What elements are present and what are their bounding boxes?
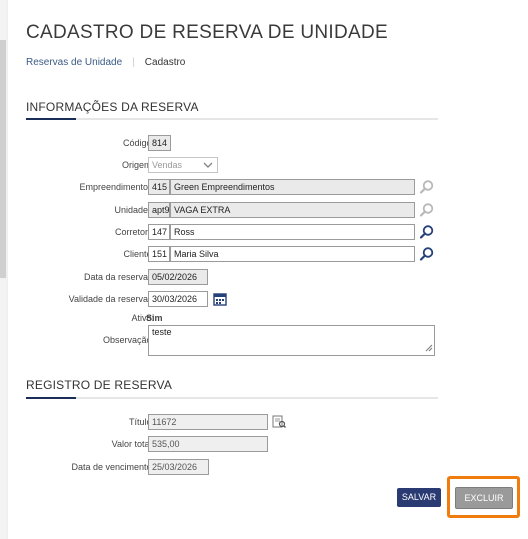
cliente-name-input[interactable]: Maria Silva [170,246,415,262]
resize-grip-icon[interactable] [425,344,433,354]
section-heading-reserva: INFORMAÇÕES DA RESERVA [26,100,199,114]
observacao-textarea[interactable]: teste [148,325,435,356]
search-icon [419,179,435,195]
cliente-code-input[interactable]: 151 [148,246,170,262]
search-icon [419,202,435,218]
empreendimento-label: Empreendimento*: [79,182,154,192]
corretor-name-input[interactable]: Ross [170,224,415,240]
breadcrumb-current: Cadastro [144,57,186,68]
document-icon[interactable] [271,414,287,430]
empreendimento-name-field: Green Empreendimentos [170,179,415,195]
vencimento-field: 25/03/2026 [148,459,209,475]
scrollbar-thumb[interactable] [0,40,6,278]
unidade-name-field: VAGA EXTRA [170,202,415,218]
search-icon[interactable] [419,246,435,262]
search-icon[interactable] [419,224,435,240]
observacao-text: teste [152,327,172,337]
delete-button[interactable]: EXCLUIR [455,487,513,509]
origem-select-value: Vendas [152,160,183,170]
valor-total-field: 535,00 [148,436,268,452]
section-divider [26,118,438,120]
page-title: CADASTRO DE RESERVA DE UNIDADE [26,22,388,43]
vencimento-label: Data de vencimento: [71,462,154,472]
ativo-value: Sim [146,313,163,323]
calendar-icon[interactable] [212,291,228,307]
unidade-code-field: apt9 [148,202,170,218]
breadcrumb-separator: | [132,57,135,68]
validade-label: Validade da reserva*: [68,294,154,304]
corretor-code-input[interactable]: 147 [148,224,170,240]
empreendimento-code-field: 415 [148,179,170,195]
form-panel: CADASTRO DE RESERVA DE UNIDADE Reservas … [8,0,528,539]
origem-select[interactable]: Vendas [148,157,218,173]
breadcrumb: Reservas de Unidade | Cadastro [26,57,185,68]
data-reserva-field: 05/02/2026 [148,269,208,285]
section-divider [26,397,438,399]
validade-input[interactable]: 30/03/2026 [148,291,208,307]
observacao-label: Observação: [102,335,154,345]
titulo-field: 11672 [148,414,268,430]
codigo-field: 814 [148,135,171,151]
section-heading-registro: REGISTRO DE RESERVA [26,378,173,392]
breadcrumb-link-reservas[interactable]: Reservas de Unidade [26,57,122,68]
data-reserva-label: Data da reserva*: [83,272,154,282]
chevron-down-icon [203,160,213,174]
page-scrollbar[interactable] [0,0,6,539]
save-button[interactable]: SALVAR [397,488,441,507]
